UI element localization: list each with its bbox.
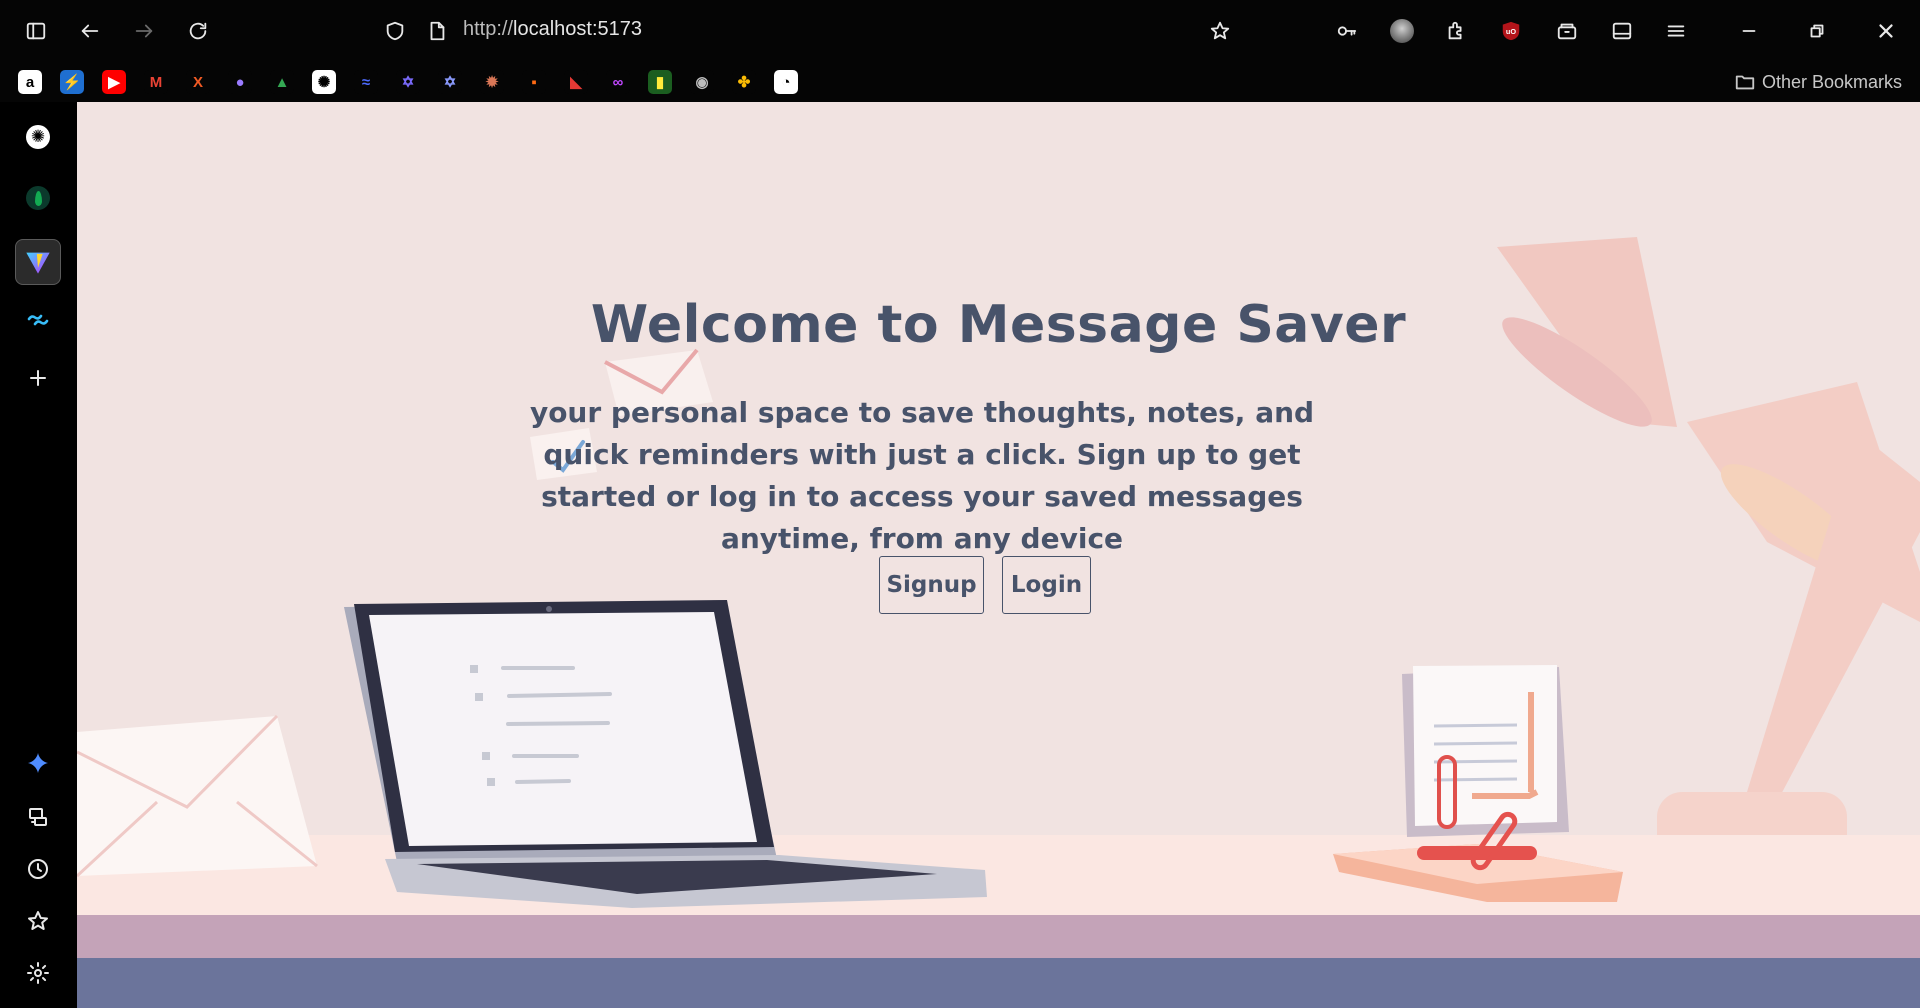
page-viewport: Welcome to Message Saver your personal s…: [77, 102, 1920, 1008]
url-bar[interactable]: http://localhost:5173: [463, 18, 642, 41]
other-bookmarks-button[interactable]: Other Bookmarks: [1734, 71, 1902, 93]
signup-button[interactable]: Signup: [879, 556, 984, 614]
bookmark-youtube-icon[interactable]: ▶: [102, 70, 126, 94]
minimize-icon[interactable]: [1734, 16, 1764, 46]
key-icon[interactable]: [1332, 16, 1362, 46]
sidebar-toggle-icon[interactable]: [21, 16, 51, 46]
bookmark-github-icon[interactable]: ◉: [690, 70, 714, 94]
tailwind-icon: [27, 314, 49, 326]
sidebar-history-button[interactable]: [19, 850, 57, 888]
vite-icon: [26, 252, 50, 274]
back-icon[interactable]: [75, 16, 105, 46]
bookmark-google-drive-icon[interactable]: ▲: [270, 70, 294, 94]
hero-description: your personal space to save thoughts, no…: [529, 396, 1315, 555]
sidebar-ai-button[interactable]: [19, 744, 57, 782]
reload-icon[interactable]: [183, 16, 213, 46]
restore-icon[interactable]: [1802, 16, 1832, 46]
ublock-icon[interactable]: uO: [1496, 16, 1526, 46]
bookmark-claude-icon[interactable]: ✹: [480, 70, 504, 94]
sidebar-item-tailwind[interactable]: [19, 301, 57, 339]
extensions-icon[interactable]: [1441, 16, 1471, 46]
svg-text:uO: uO: [1506, 27, 1516, 36]
bookmark-gmail-icon[interactable]: M: [144, 70, 168, 94]
page-icon: [422, 16, 452, 46]
sidebar-item-vite[interactable]: [15, 239, 61, 285]
sidebar-item-chatgpt[interactable]: ✺: [19, 118, 57, 156]
bookmark-amazon-icon[interactable]: a: [18, 70, 42, 94]
bookmarks-toolbar: a ⚡ ▶ M X ● ▲ ✺ ≈ ✡ ✡ ✹ ▪ ◣ ∞ ▮ ◉ ✤ ◔ Other Bookmarks: [0, 62, 1920, 102]
profile-avatar-icon[interactable]: [1387, 16, 1417, 46]
url-host: localhost:5173: [513, 18, 643, 40]
bookmark-orb-app-icon[interactable]: ●: [228, 70, 252, 94]
bookmark-ghost-app-icon[interactable]: ◔: [774, 70, 798, 94]
bookmark-chatgpt-icon[interactable]: ✺: [312, 70, 336, 94]
sidebar-add-button[interactable]: [19, 359, 57, 397]
forward-icon[interactable]: [129, 16, 159, 46]
hero-section: Welcome to Message Saver your personal s…: [77, 102, 1920, 1008]
bookmark-flag-app-icon[interactable]: ◣: [564, 70, 588, 94]
bookmark-x-tool-icon[interactable]: X: [186, 70, 210, 94]
bookmark-star-icon[interactable]: [1205, 16, 1235, 46]
sidebar-settings-button[interactable]: [19, 954, 57, 992]
url-prefix: http://: [463, 18, 514, 40]
sidebar-item-mongodb[interactable]: [19, 179, 57, 217]
close-icon[interactable]: [1871, 16, 1901, 46]
sidebar-sync-button[interactable]: [19, 798, 57, 836]
bookmark-deepseek-icon[interactable]: ≈: [354, 70, 378, 94]
folder-icon: [1735, 75, 1755, 90]
clock-icon: [28, 859, 48, 879]
star-icon: [28, 911, 48, 930]
menu-icon[interactable]: [1661, 16, 1691, 46]
bookmark-bars-app-icon[interactable]: ▮: [648, 70, 672, 94]
browser-toolbar: http://localhost:5173 uO: [0, 0, 1920, 62]
chatgpt-icon: ✺: [26, 125, 50, 149]
bookmark-infinity-app-icon[interactable]: ∞: [606, 70, 630, 94]
bookmark-orange-app-icon[interactable]: ▪: [522, 70, 546, 94]
container-tabs-icon[interactable]: [1552, 16, 1582, 46]
page-title: Welcome to Message Saver: [590, 295, 1407, 355]
synced-tabs-icon: [29, 808, 47, 826]
bookmark-star-app-1-icon[interactable]: ✡: [396, 70, 420, 94]
gear-icon: [27, 962, 49, 984]
sidebar-bookmarks-button[interactable]: [19, 902, 57, 940]
other-bookmarks-label: Other Bookmarks: [1761, 71, 1902, 92]
shield-icon[interactable]: [380, 16, 410, 46]
bookmark-firefox-relay-icon[interactable]: ⚡: [60, 70, 84, 94]
tab-view-icon[interactable]: [1607, 16, 1637, 46]
bookmark-star-app-2-icon[interactable]: ✡: [438, 70, 462, 94]
sparkle-icon: [28, 753, 48, 773]
mongodb-leaf-icon: [26, 186, 50, 210]
bookmark-photos-icon[interactable]: ✤: [732, 70, 756, 94]
login-button[interactable]: Login: [1002, 556, 1091, 614]
plus-icon: [30, 370, 46, 386]
browser-sidebar: ✺: [0, 102, 77, 1008]
